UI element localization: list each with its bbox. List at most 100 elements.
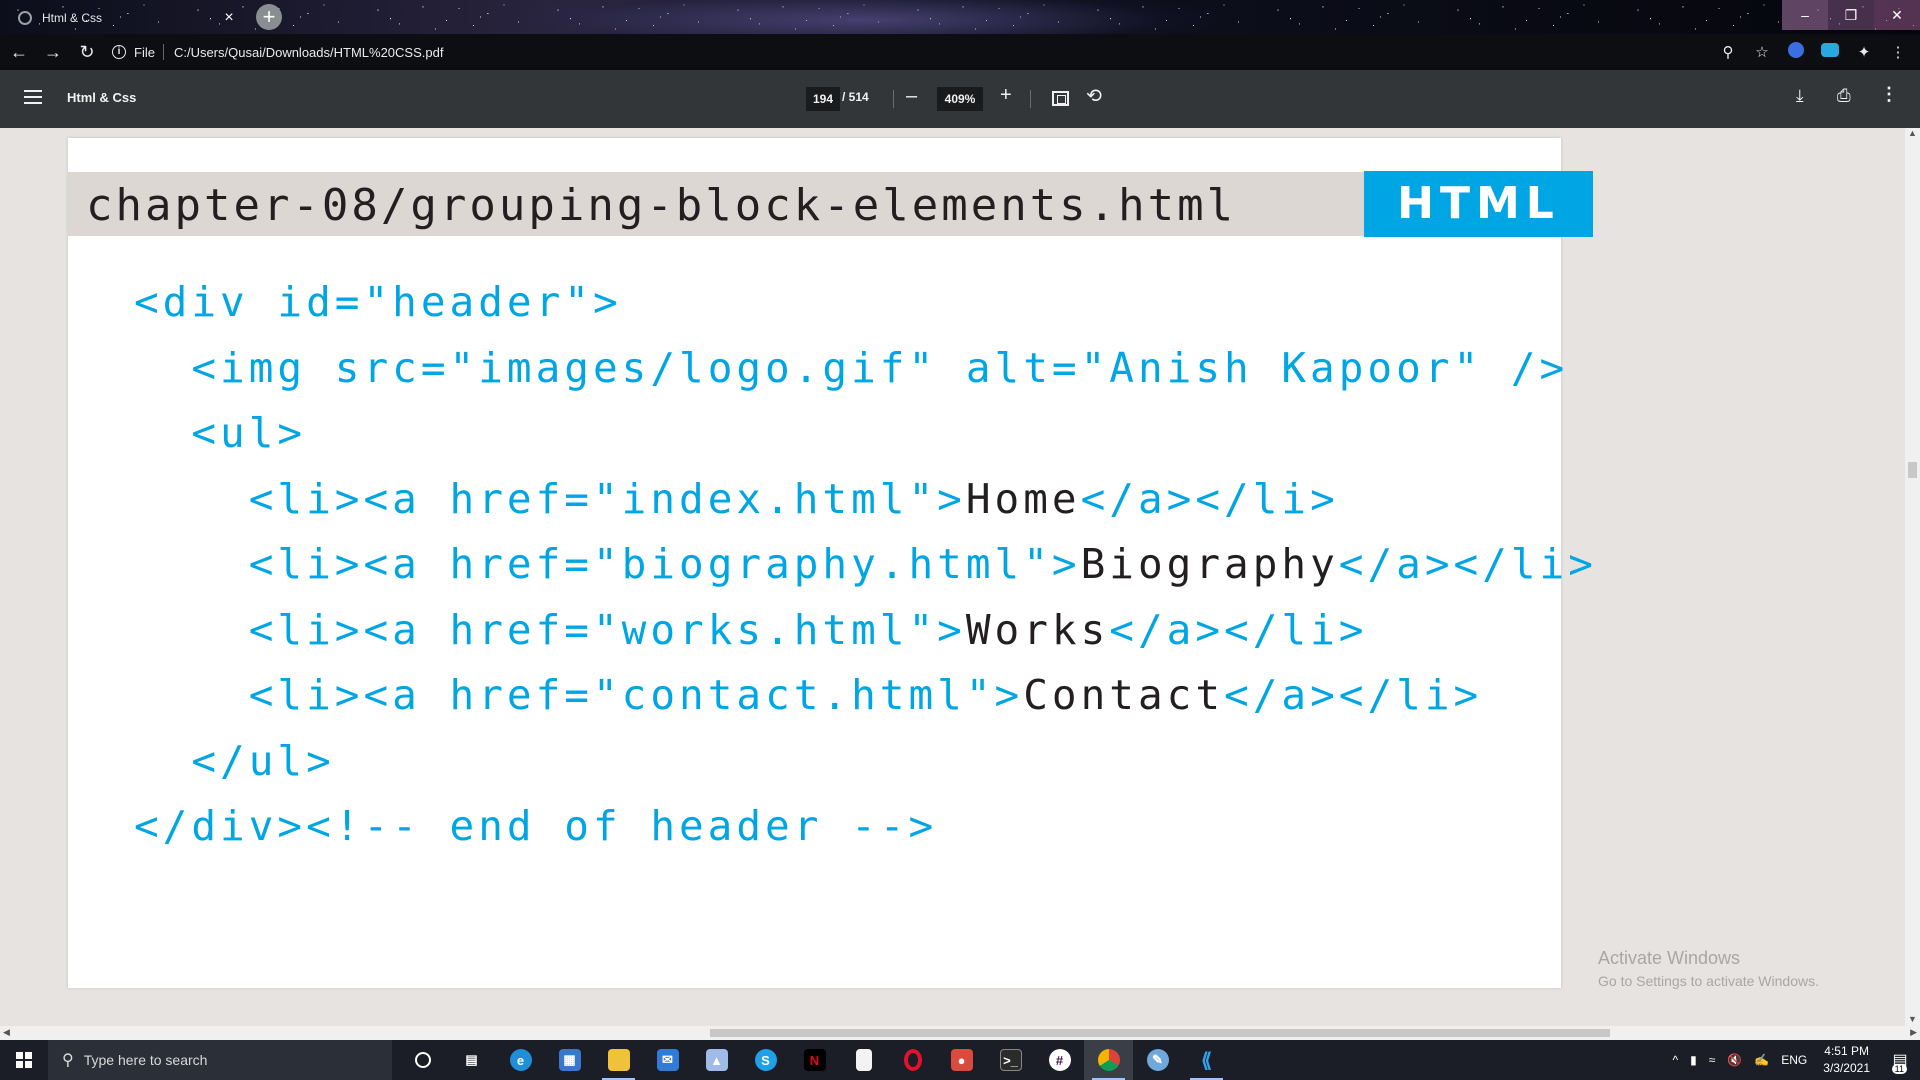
address-bar: ← → ↻ i File C:/Users/Qusai/Downloads/HT… bbox=[0, 34, 1920, 70]
url-scheme-label: File bbox=[134, 44, 155, 60]
scroll-right-icon[interactable]: ▶ bbox=[1910, 1027, 1917, 1038]
window-minimize-button[interactable]: – bbox=[1782, 0, 1828, 30]
taskbar-search-box[interactable]: ⚲ Type here to search bbox=[48, 1040, 392, 1080]
zoom-level-input[interactable]: 409% bbox=[937, 87, 983, 111]
notepad-icon[interactable] bbox=[839, 1040, 888, 1080]
new-tab-button[interactable]: + bbox=[256, 4, 282, 30]
vertical-scrollbar[interactable]: ▲ ▼ bbox=[1905, 128, 1920, 1028]
print-icon[interactable]: ⎙ bbox=[1837, 86, 1851, 106]
clock-time: 4:51 PM bbox=[1824, 1044, 1869, 1058]
pdf-menu-icon[interactable] bbox=[24, 90, 42, 104]
code-markup: <li><a href="works.html"> bbox=[248, 605, 966, 654]
zoom-out-button[interactable]: – bbox=[906, 85, 917, 108]
search-placeholder: Type here to search bbox=[83, 1052, 208, 1068]
extension-blue-icon[interactable] bbox=[1786, 42, 1806, 62]
forward-button[interactable]: → bbox=[38, 37, 68, 67]
code-markup: </a></li> bbox=[1080, 474, 1339, 523]
address-bar-actions: ⚲ ☆ ✦ ⋮ bbox=[1718, 38, 1908, 66]
browser-tab-strip: Html & Css × + – ❐ ✕ bbox=[0, 0, 1920, 34]
download-icon[interactable]: ⤓ bbox=[1796, 86, 1804, 106]
more-options-icon[interactable]: ⋮ bbox=[1880, 84, 1898, 105]
code-markup: </ul> bbox=[191, 736, 335, 785]
extensions-puzzle-icon[interactable]: ✦ bbox=[1854, 43, 1874, 61]
code-line: </ul> bbox=[134, 729, 1597, 795]
zoom-in-button[interactable]: + bbox=[1000, 84, 1012, 107]
code-markup: <img src="images/logo.gif" alt="Anish Ka… bbox=[191, 343, 1569, 392]
window-maximize-button[interactable]: ❐ bbox=[1828, 0, 1874, 30]
omnibox[interactable]: i File C:/Users/Qusai/Downloads/HTML%20C… bbox=[112, 38, 443, 66]
code-markup: <div id="header"> bbox=[134, 278, 622, 326]
toolbar-divider bbox=[893, 90, 894, 108]
activate-windows-watermark: Activate Windows Go to Settings to activ… bbox=[1598, 948, 1819, 989]
rotate-icon[interactable]: ⟲ bbox=[1086, 85, 1102, 108]
popcorn-icon[interactable]: ● bbox=[937, 1040, 986, 1080]
volume-muted-icon[interactable]: 🔇 bbox=[1727, 1053, 1742, 1067]
pdf-document-title: Html & Css bbox=[67, 90, 137, 105]
pdf-viewport: chapter-08/grouping-block-elements.html … bbox=[0, 128, 1920, 1040]
tray-chevron-icon[interactable]: ^ bbox=[1673, 1053, 1679, 1067]
page-number-input[interactable]: 194 bbox=[806, 87, 840, 111]
vertical-scroll-thumb[interactable] bbox=[1908, 462, 1917, 478]
mail-icon[interactable]: ✉ bbox=[643, 1040, 692, 1080]
browser-tab[interactable]: Html & Css × bbox=[8, 2, 248, 34]
wifi-icon[interactable]: ≈ bbox=[1709, 1053, 1716, 1067]
html-badge: HTML bbox=[1364, 171, 1593, 237]
file-explorer-icon[interactable] bbox=[594, 1040, 643, 1080]
url-text[interactable]: C:/Users/Qusai/Downloads/HTML%20CSS.pdf bbox=[174, 45, 444, 60]
bookmark-star-icon[interactable]: ☆ bbox=[1752, 43, 1772, 61]
slack-icon[interactable]: # bbox=[1035, 1040, 1084, 1080]
netflix-icon[interactable]: N bbox=[790, 1040, 839, 1080]
browser-menu-icon[interactable]: ⋮ bbox=[1888, 43, 1908, 61]
tab-title: Html & Css bbox=[42, 11, 102, 25]
task-view-icon[interactable]: ▤ bbox=[447, 1040, 496, 1080]
chrome-icon[interactable] bbox=[1084, 1040, 1133, 1080]
code-line: <img src="images/logo.gif" alt="Anish Ka… bbox=[134, 336, 1597, 402]
code-markup: <ul> bbox=[191, 409, 307, 457]
horizontal-scroll-thumb[interactable] bbox=[710, 1029, 1610, 1037]
action-center-button[interactable]: ▤ 11 bbox=[1880, 1040, 1920, 1080]
skype-icon[interactable]: S bbox=[741, 1040, 790, 1080]
edge-icon[interactable]: e bbox=[496, 1040, 545, 1080]
horizontal-scrollbar[interactable]: ◀ ▶ bbox=[0, 1026, 1920, 1040]
scroll-up-icon[interactable]: ▲ bbox=[1905, 128, 1920, 142]
code-link-text: Works bbox=[965, 605, 1110, 654]
battery-icon[interactable]: ▮ bbox=[1690, 1053, 1697, 1067]
vscode-icon[interactable]: ⟪ bbox=[1182, 1040, 1231, 1080]
info-icon[interactable]: i bbox=[112, 45, 126, 59]
code-line: </div><!-- end of header --> bbox=[134, 794, 1597, 860]
zoom-indicator-icon[interactable]: ⚲ bbox=[1718, 43, 1738, 61]
pen-icon[interactable]: ✍ bbox=[1754, 1053, 1769, 1067]
extension-cloud-icon[interactable] bbox=[1820, 43, 1840, 61]
scroll-left-icon[interactable]: ◀ bbox=[3, 1027, 10, 1038]
notification-count: 11 bbox=[1891, 1064, 1907, 1074]
window-close-button[interactable]: ✕ bbox=[1874, 0, 1920, 30]
nebula-background bbox=[520, 0, 1220, 34]
page-total: / 514 bbox=[842, 90, 869, 104]
code-line: <li><a href="index.html">Home</a></li> bbox=[134, 467, 1597, 533]
tab-close-icon[interactable]: × bbox=[220, 9, 238, 27]
reload-button[interactable]: ↻ bbox=[72, 37, 102, 67]
box-app-icon[interactable]: ▲ bbox=[692, 1040, 741, 1080]
search-icon: ⚲ bbox=[62, 1052, 74, 1069]
watermark-subtitle: Go to Settings to activate Windows. bbox=[1598, 973, 1819, 989]
code-markup: </a></li> bbox=[1109, 605, 1368, 654]
fit-to-page-icon[interactable] bbox=[1052, 91, 1069, 106]
paint-icon[interactable]: ✎ bbox=[1133, 1040, 1182, 1080]
code-line: <div id="header"> bbox=[134, 270, 1597, 336]
clock[interactable]: 4:51 PM 3/3/2021 bbox=[1823, 1043, 1870, 1077]
start-button[interactable] bbox=[0, 1040, 48, 1080]
cortana-icon[interactable] bbox=[398, 1040, 447, 1080]
toolbar-divider bbox=[1030, 90, 1031, 108]
terminal-icon[interactable]: >_ bbox=[986, 1040, 1035, 1080]
code-block: <div id="header"> <img src="images/logo.… bbox=[134, 270, 1597, 860]
windows-taskbar: ⚲ Type here to search ▤ e ▦ ✉ ▲ S N ● >_… bbox=[0, 1040, 1920, 1080]
store-icon[interactable]: ▦ bbox=[545, 1040, 594, 1080]
back-button[interactable]: ← bbox=[4, 37, 34, 67]
opera-icon[interactable] bbox=[888, 1040, 937, 1080]
language-indicator[interactable]: ENG bbox=[1781, 1053, 1807, 1067]
code-markup: <li><a href="index.html"> bbox=[248, 474, 966, 523]
